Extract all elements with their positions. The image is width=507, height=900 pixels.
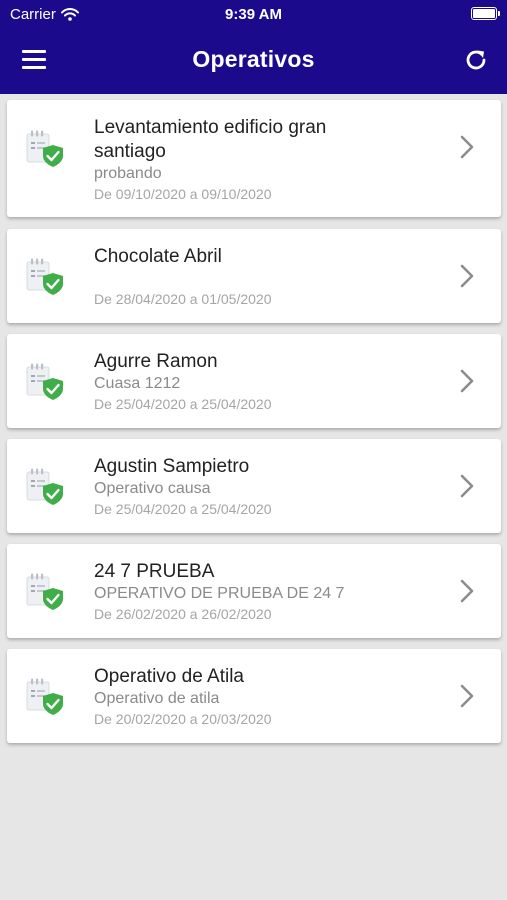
operativo-description — [94, 269, 451, 289]
operativo-card[interactable]: Chocolate Abril De 28/04/2020 a 01/05/20… — [7, 229, 501, 323]
nav-bar: Operativos — [0, 28, 507, 94]
clipboard-shield-icon — [25, 256, 65, 296]
operativo-card[interactable]: Operativo de Atila Operativo de atila De 2… — [7, 649, 501, 743]
operativo-description: probando — [94, 165, 162, 182]
operativo-description: Operativo de atila — [94, 690, 220, 707]
operativo-name: Operativo de Atila — [94, 666, 244, 687]
operativo-texts: 24 7 PRUEBA OPERATIVO DE PRUEBA DE 24 7 De… — [94, 560, 451, 624]
operativo-name: Levantamiento edificio gran — [94, 117, 327, 138]
operativo-card[interactable]: Agustin Sampietro Operativo causa De 25/04… — [7, 439, 501, 533]
refresh-icon[interactable] — [463, 47, 489, 73]
chevron-right-icon[interactable] — [459, 578, 475, 604]
operativo-texts: Agurre Ramon Cuasa 1212 De 25/04/2020 a 25… — [94, 350, 451, 414]
operativo-card[interactable]: Levantamiento edificio gran santiago proba… — [7, 100, 501, 217]
chevron-right-icon[interactable] — [459, 683, 475, 709]
operativo-name: Agurre Ramon — [94, 351, 218, 372]
battery-icon — [471, 7, 500, 20]
operativo-description: Cuasa 1212 — [94, 375, 181, 392]
operativo-dates: De 28/04/2020 a 01/05/2020 — [94, 291, 272, 307]
operativo-description: Operativo causa — [94, 480, 211, 497]
chevron-right-icon[interactable] — [459, 368, 475, 394]
clipboard-shield-icon — [25, 361, 65, 401]
clipboard-shield-icon — [25, 676, 65, 716]
clipboard-shield-icon — [25, 571, 65, 611]
status-bar: Carrier 9:39 AM — [0, 0, 507, 28]
status-time: 9:39 AM — [225, 6, 282, 23]
operativo-dates: De 26/02/2020 a 26/02/2020 — [94, 606, 272, 622]
app-header: Carrier 9:39 AM Operativos — [0, 0, 507, 94]
chevron-right-icon[interactable] — [459, 473, 475, 499]
operativo-texts: Operativo de Atila Operativo de atila De 2… — [94, 665, 451, 729]
clipboard-shield-icon — [25, 466, 65, 506]
operativo-card[interactable]: 24 7 PRUEBA OPERATIVO DE PRUEBA DE 24 7 De… — [7, 544, 501, 638]
operativo-texts: Levantamiento edificio gran santiago proba… — [94, 116, 451, 204]
operativo-dates: De 09/10/2020 a 09/10/2020 — [94, 186, 272, 202]
chevron-right-icon[interactable] — [459, 134, 475, 160]
operativo-dates: De 25/04/2020 a 25/04/2020 — [94, 501, 272, 517]
operativo-name: Chocolate Abril — [94, 246, 222, 267]
operativo-texts: Agustin Sampietro Operativo causa De 25/04… — [94, 455, 451, 519]
operativo-dates: De 20/02/2020 a 20/03/2020 — [94, 711, 272, 727]
chevron-right-icon[interactable] — [459, 263, 475, 289]
page-title: Operativos — [192, 46, 315, 72]
operativo-texts: Chocolate Abril De 28/04/2020 a 01/05/20… — [94, 245, 451, 309]
operativo-description: OPERATIVO DE PRUEBA DE 24 7 — [94, 585, 345, 602]
operativo-name: 24 7 PRUEBA — [94, 561, 215, 582]
clipboard-shield-icon — [25, 128, 65, 168]
operativo-dates: De 25/04/2020 a 25/04/2020 — [94, 396, 272, 412]
operativo-card[interactable]: Agurre Ramon Cuasa 1212 De 25/04/2020 a 25… — [7, 334, 501, 428]
operativo-name: Agustin Sampietro — [94, 456, 250, 477]
operativo-name: santiago — [94, 141, 166, 162]
